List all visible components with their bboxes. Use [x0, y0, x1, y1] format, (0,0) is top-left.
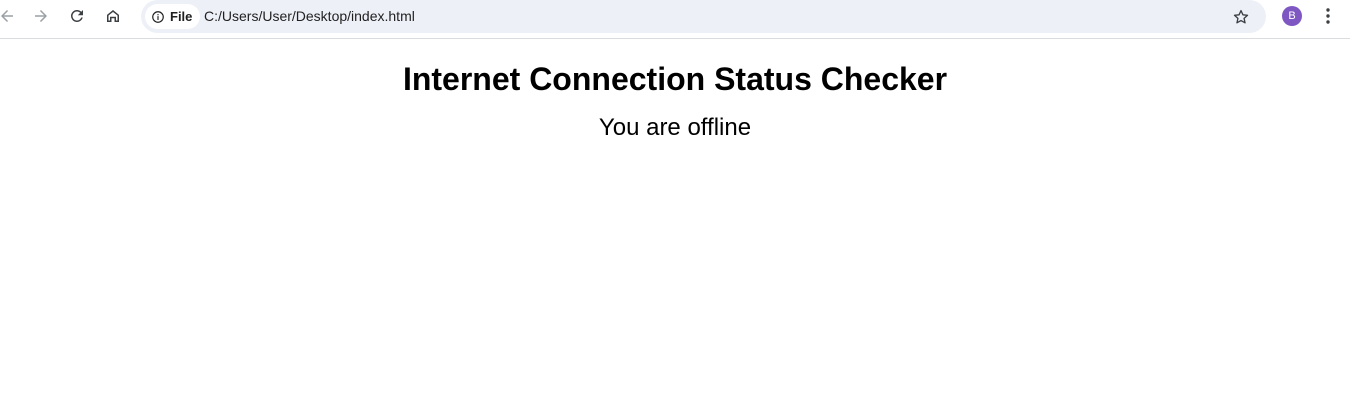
bookmark-button[interactable] — [1228, 4, 1254, 30]
address-bar[interactable]: File C:/Users/User/Desktop/index.html — [141, 0, 1266, 33]
back-button[interactable] — [0, 3, 20, 29]
page-title: Internet Connection Status Checker — [402, 61, 948, 97]
site-chip-label: File — [170, 9, 193, 24]
more-vert-icon — [1326, 8, 1330, 24]
home-button[interactable] — [100, 3, 126, 29]
url-text[interactable]: C:/Users/User/Desktop/index.html — [204, 8, 415, 24]
home-icon — [107, 10, 119, 22]
profile-avatar[interactable]: B — [1282, 6, 1302, 26]
back-arrow-icon — [1, 10, 13, 22]
browser-toolbar: File C:/Users/User/Desktop/index.html B — [0, 0, 1350, 39]
connection-status-text: You are offline — [598, 114, 752, 141]
star-icon — [1233, 9, 1249, 24]
forward-button[interactable] — [28, 3, 54, 29]
browser-menu-button[interactable] — [1318, 3, 1338, 29]
site-info-chip[interactable]: File — [145, 4, 201, 29]
reload-button[interactable] — [64, 3, 90, 29]
info-icon — [152, 10, 164, 23]
page-content: Internet Connection Status Checker You a… — [0, 39, 1350, 143]
forward-arrow-icon — [35, 10, 47, 22]
reload-icon — [70, 9, 83, 22]
